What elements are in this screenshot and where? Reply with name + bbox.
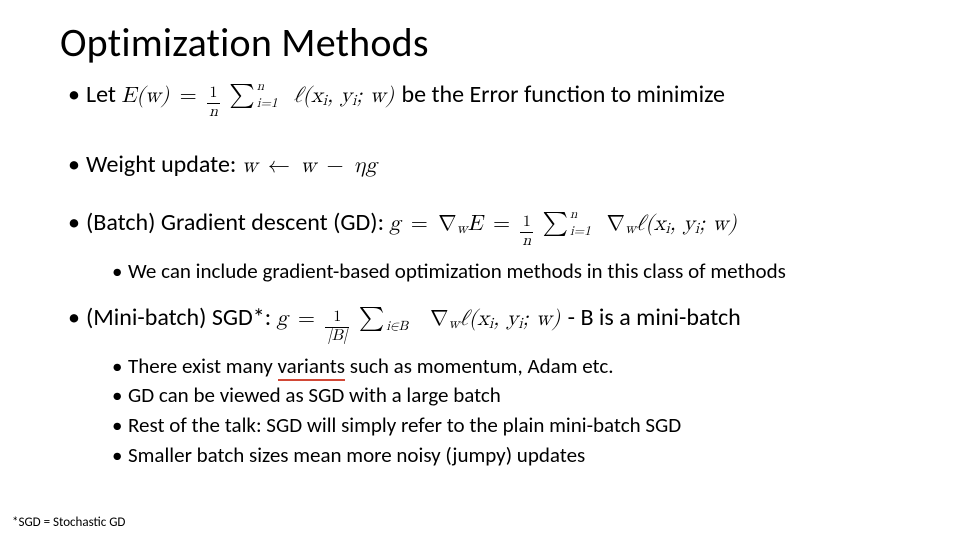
math-frac-1n: 1 n bbox=[207, 86, 220, 121]
sgd-sub1-b: variants bbox=[278, 353, 346, 381]
math-g2: g bbox=[277, 308, 288, 330]
math-minus: − bbox=[323, 155, 346, 177]
math-error-function: E(w) = 1 n ∑ n i=1 ℓ(xi, yi; w) bbox=[121, 85, 401, 107]
math-ell2: ℓ(x bbox=[636, 213, 665, 235]
math-ell: ℓ(x bbox=[293, 85, 322, 107]
bullet-sgd: (Mini-batch) SGD*: g = 1 |B| ∑ i∈B ∇wℓ(x… bbox=[68, 304, 920, 469]
math-frac-den: n bbox=[207, 104, 220, 121]
sgd-post: - B is a mini-batch bbox=[568, 303, 741, 332]
bullet-gd: (Batch) Gradient descent (GD): g = ∇wE =… bbox=[68, 209, 920, 284]
math-ell3: ℓ(x bbox=[460, 308, 489, 330]
math-sgd: g = 1 |B| ∑ i∈B ∇wℓ(xi, yi; w) bbox=[277, 308, 568, 330]
footnote: *SGD = Stochastic GD bbox=[12, 515, 125, 530]
let-post: be the Error function to minimize bbox=[401, 80, 725, 109]
math-eq4: = bbox=[295, 308, 318, 330]
math-frac-1n-b: 1 n bbox=[520, 215, 533, 250]
math-weight-update: w ← w − ηg bbox=[242, 155, 377, 177]
math-sum-B: ∑ i∈B bbox=[357, 304, 387, 332]
weight-label: Weight update: bbox=[86, 150, 242, 179]
sgd-label: (Mini-batch) SGD*: bbox=[86, 303, 277, 332]
math-y3: , y bbox=[493, 308, 518, 330]
math-w: w bbox=[242, 155, 258, 177]
math-close3: ; w) bbox=[522, 308, 560, 330]
math-sum-upper: n bbox=[257, 79, 264, 94]
slide-title: Optimization Methods bbox=[60, 18, 920, 67]
math-frac-den-B: |B| bbox=[325, 328, 349, 345]
math-nabla-sub2: w bbox=[625, 222, 636, 237]
math-E: E bbox=[468, 213, 483, 235]
math-frac-num-B: 1 bbox=[325, 310, 349, 328]
slide: Optimization Methods Let E(w) = 1 n ∑ n … bbox=[0, 0, 960, 540]
math-nabla: ∇ bbox=[438, 213, 456, 235]
math-close2: ; w) bbox=[699, 213, 737, 235]
math-sum-lower-b: i=1 bbox=[570, 224, 591, 239]
math-frac-num-b: 1 bbox=[520, 215, 533, 233]
math-frac-num: 1 bbox=[207, 86, 220, 104]
math-nabla2: ∇ bbox=[607, 213, 625, 235]
sgd-sub-4: Smaller batch sizes mean more noisy (jum… bbox=[112, 442, 920, 469]
bullet-let: Let E(w) = 1 n ∑ n i=1 ℓ(xi, yi; w) be t… bbox=[68, 81, 920, 121]
math-nabla3: ∇ bbox=[430, 308, 448, 330]
math-eq3: = bbox=[490, 213, 513, 235]
math-sum-lower-B: i∈B bbox=[386, 319, 408, 334]
math-y2: , y bbox=[670, 213, 695, 235]
math-gd: g = ∇wE = 1 n ∑ n i=1 ∇wℓ(xi, yi; w) bbox=[389, 213, 736, 235]
math-sum: ∑ n i=1 bbox=[227, 81, 257, 109]
math-eq: = bbox=[177, 85, 200, 107]
math-frac-1B: 1 |B| bbox=[325, 310, 349, 345]
math-w2: w bbox=[300, 155, 316, 177]
let-pre: Let bbox=[86, 80, 121, 109]
math-y: , y bbox=[327, 85, 352, 107]
math-nabla-sub: w bbox=[457, 222, 468, 237]
math-sum-upper-b: n bbox=[570, 207, 577, 222]
gd-label: (Batch) Gradient descent (GD): bbox=[86, 208, 389, 237]
sgd-sub-3: Rest of the talk: SGD will simply refer … bbox=[112, 412, 920, 439]
sgd-sub-1: There exist many variants such as moment… bbox=[112, 353, 920, 380]
math-g: g bbox=[389, 213, 400, 235]
math-Ew: E(w) bbox=[121, 85, 169, 107]
sgd-sub1-c: such as momentum, Adam etc. bbox=[345, 353, 613, 379]
math-etag: ηg bbox=[354, 155, 377, 177]
bullet-weight-update: Weight update: w ← w − ηg bbox=[68, 151, 920, 179]
math-eq2: = bbox=[408, 213, 431, 235]
sgd-sub-2: GD can be viewed as SGD with a large bat… bbox=[112, 382, 920, 409]
math-close: ; w) bbox=[356, 85, 394, 107]
math-frac-den-b: n bbox=[520, 233, 533, 250]
math-sum-b: ∑ n i=1 bbox=[541, 209, 571, 237]
gd-sub-1: We can include gradient-based optimizati… bbox=[112, 258, 920, 285]
math-arrow: ← bbox=[265, 155, 293, 177]
math-nabla-sub3: w bbox=[448, 317, 459, 332]
math-sum-lower: i=1 bbox=[257, 96, 278, 111]
sgd-sub1-a: There exist many bbox=[128, 353, 278, 379]
